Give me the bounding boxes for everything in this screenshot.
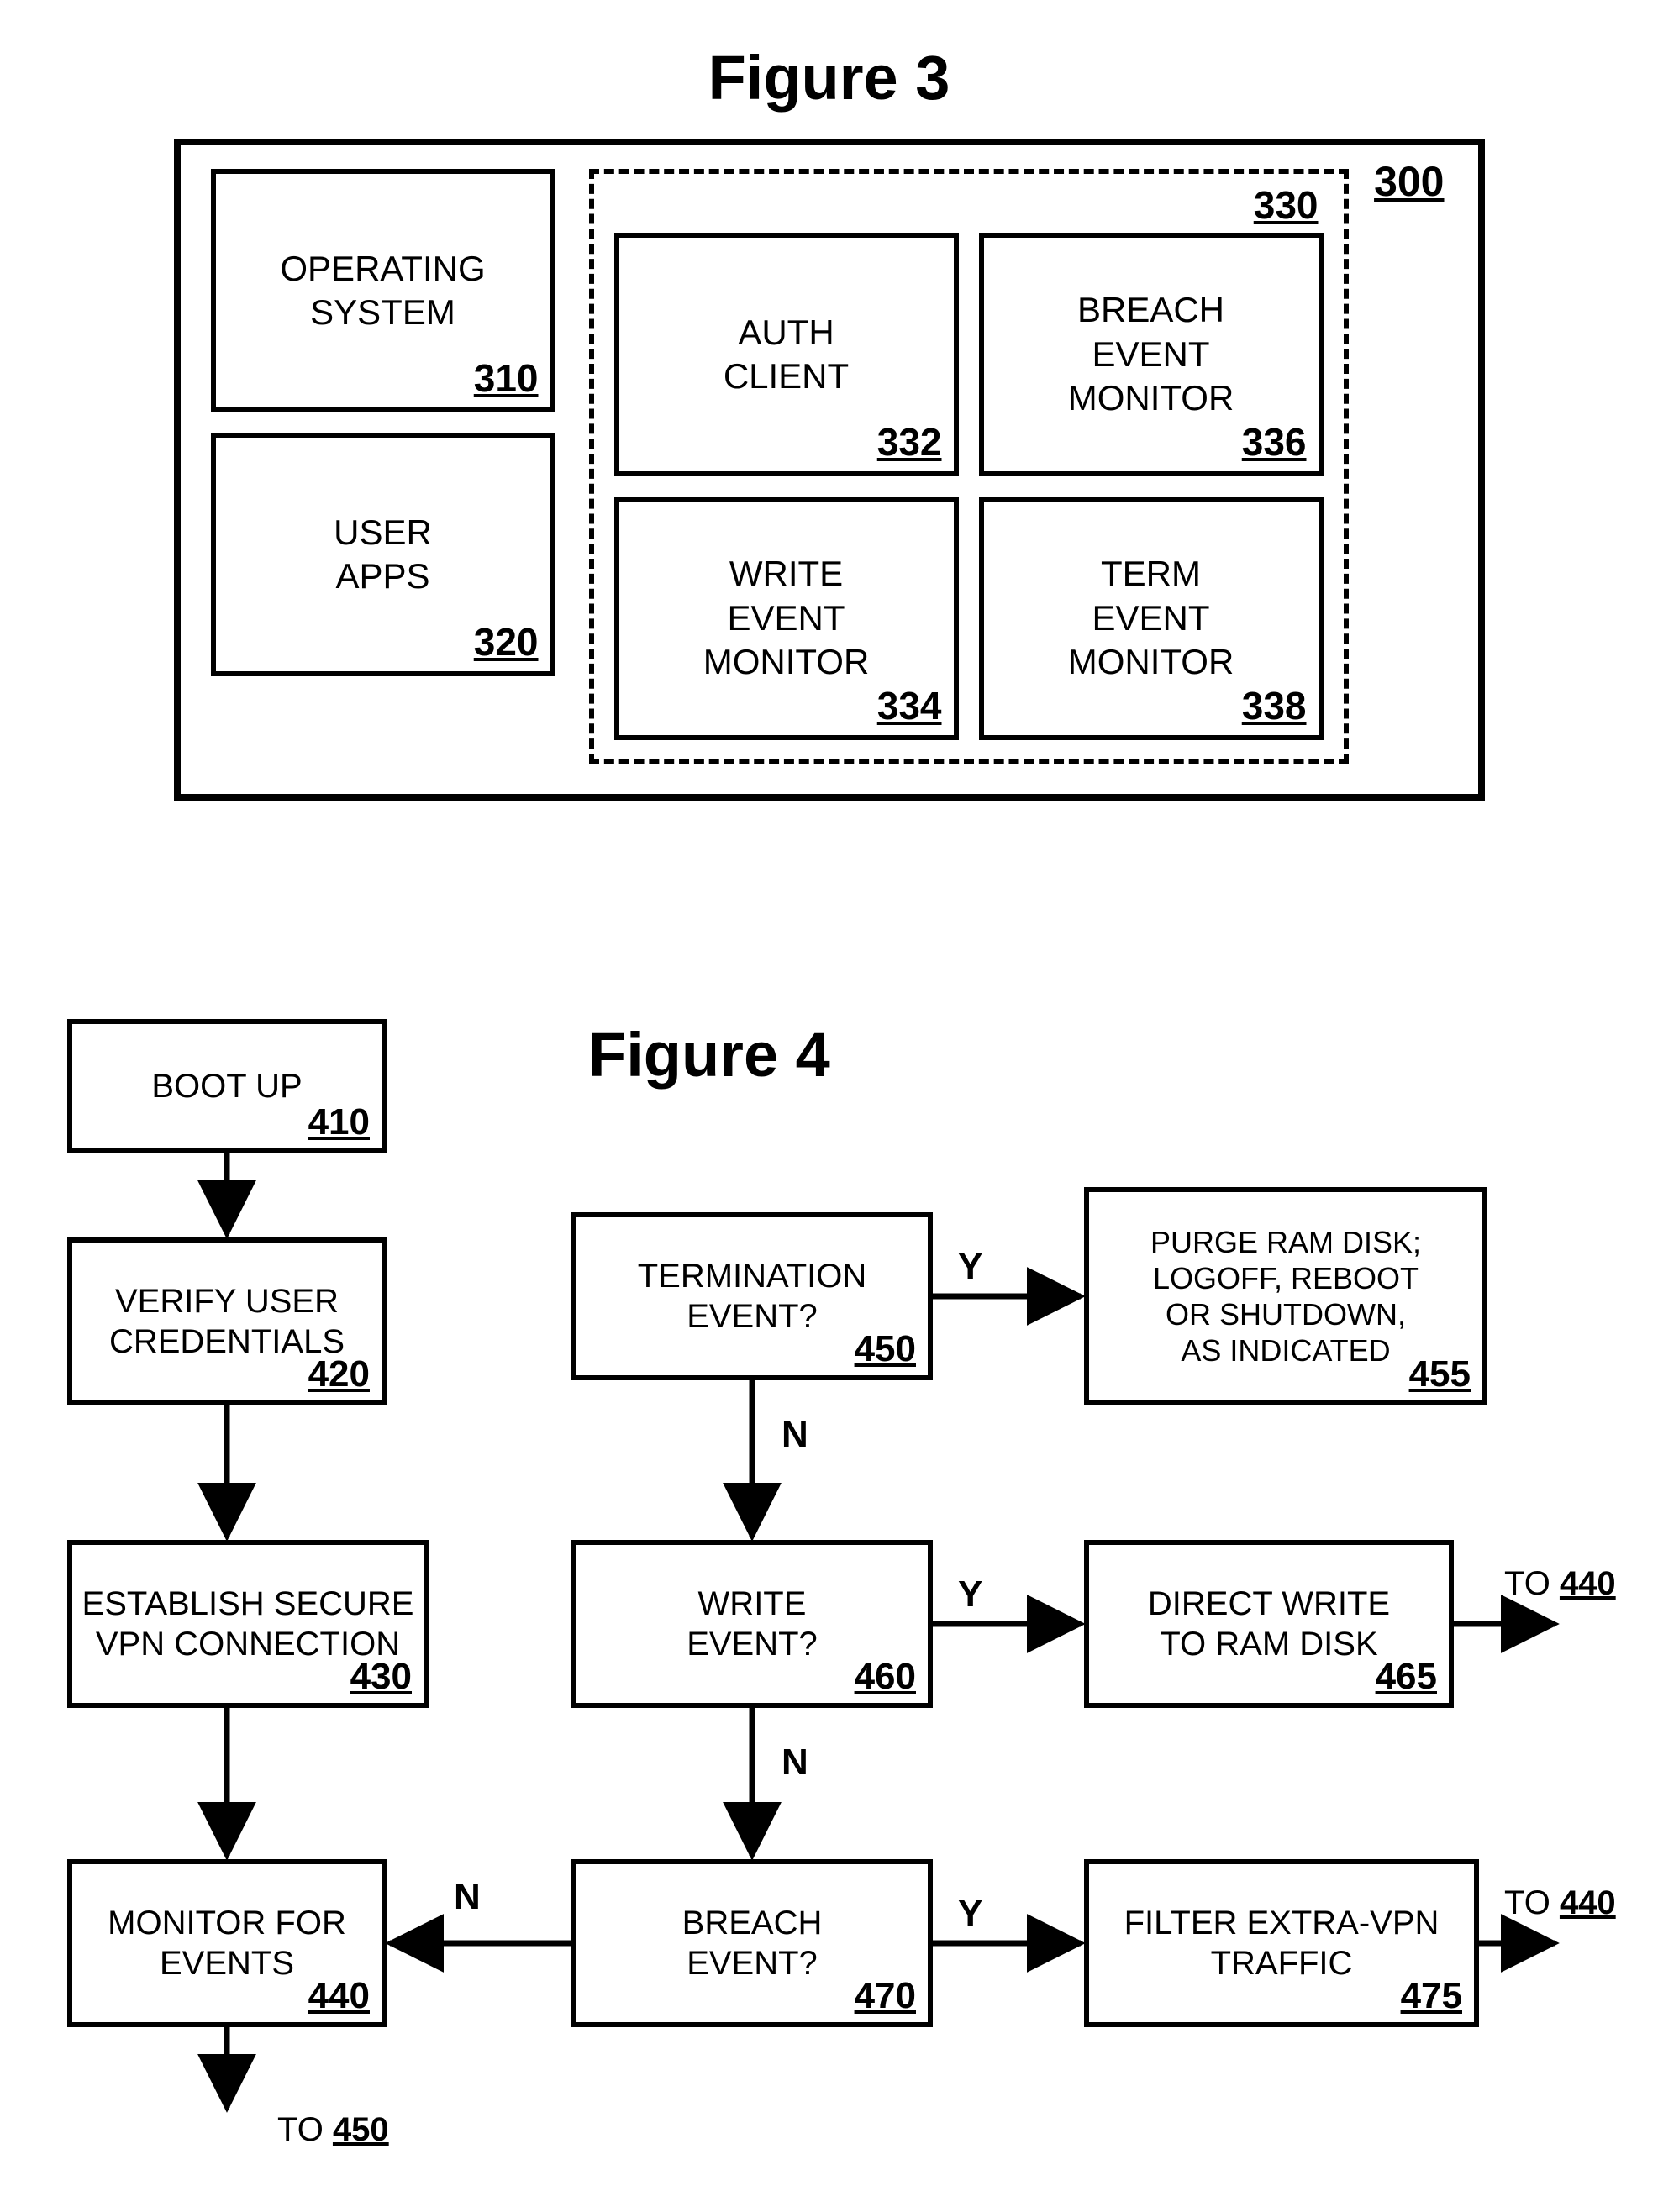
- box-label: BREACH EVENT MONITOR: [1068, 288, 1234, 421]
- box-boot-up: BOOT UP 410: [67, 1019, 387, 1153]
- ref-number: 420: [308, 1353, 370, 1397]
- box-label: FILTER EXTRA-VPN TRAFFIC: [1124, 1903, 1440, 1983]
- ref-number: 440: [308, 1974, 370, 2019]
- box-write-monitor: WRITE EVENT MONITOR 334: [614, 497, 959, 740]
- box-direct-write: DIRECT WRITE TO RAM DISK 465: [1084, 1540, 1454, 1708]
- label-y: Y: [958, 1246, 982, 1288]
- fig4-container: Figure 4 BOOT UP 410 VERIFY USER CREDENT…: [50, 1019, 1630, 2178]
- ref-number: 470: [855, 1974, 916, 2019]
- box-termination-event: TERMINATION EVENT? 450: [571, 1212, 933, 1380]
- box-breach-event: BREACH EVENT? 470: [571, 1859, 933, 2027]
- box-operating-system: OPERATING SYSTEM 310: [211, 169, 555, 412]
- label-n: N: [782, 1414, 808, 1456]
- box-user-apps: USER APPS 320: [211, 433, 555, 676]
- box-label: BOOT UP: [151, 1066, 302, 1106]
- box-monitor-events: MONITOR FOR EVENTS 440: [67, 1859, 387, 2027]
- box-verify-credentials: VERIFY USER CREDENTIALS 420: [67, 1237, 387, 1405]
- box-purge-ramdisk: PURGE RAM DISK; LOGOFF, REBOOT OR SHUTDO…: [1084, 1187, 1487, 1405]
- box-label: VERIFY USER CREDENTIALS: [109, 1281, 345, 1362]
- box-establish-vpn: ESTABLISH SECURE VPN CONNECTION 430: [67, 1540, 429, 1708]
- box-label: USER APPS: [334, 511, 432, 599]
- box-auth-client: AUTH CLIENT 332: [614, 233, 959, 476]
- fig3-container: 300 OPERATING SYSTEM 310 USER APPS 320 3…: [174, 139, 1485, 801]
- box-label: BREACH EVENT?: [682, 1903, 823, 1983]
- ref-number: 320: [474, 618, 539, 667]
- ref-number: 475: [1401, 1974, 1462, 2019]
- box-label: OPERATING SYSTEM: [280, 247, 485, 335]
- ref-number: 455: [1409, 1353, 1471, 1397]
- label-y: Y: [958, 1893, 982, 1935]
- ref-number: 410: [308, 1101, 370, 1145]
- label-y: Y: [958, 1574, 982, 1616]
- ref-number: 465: [1376, 1655, 1437, 1700]
- fig3-dashed-ref: 330: [1254, 182, 1319, 228]
- box-label: ESTABLISH SECURE VPN CONNECTION: [82, 1584, 414, 1664]
- figure-4-title: Figure 4: [588, 1019, 830, 1090]
- ref-number: 332: [877, 418, 942, 467]
- box-label: MONITOR FOR EVENTS: [108, 1903, 346, 1983]
- label-n: N: [782, 1742, 808, 1784]
- label-to-440: TO 440: [1504, 1565, 1616, 1603]
- label-n: N: [454, 1876, 481, 1918]
- label-to-450: TO 450: [277, 2111, 389, 2149]
- ref-number: 430: [350, 1655, 412, 1700]
- box-term-monitor: TERM EVENT MONITOR 338: [979, 497, 1324, 740]
- ref-number: 310: [474, 355, 539, 403]
- figure-3-title: Figure 3: [50, 42, 1608, 113]
- box-label: WRITE EVENT?: [687, 1584, 818, 1664]
- box-label: DIRECT WRITE TO RAM DISK: [1148, 1584, 1390, 1664]
- box-label: TERMINATION EVENT?: [638, 1256, 867, 1337]
- ref-number: 338: [1242, 682, 1307, 731]
- fig3-outer-ref: 300: [1374, 157, 1444, 206]
- box-breach-monitor: BREACH EVENT MONITOR 336: [979, 233, 1324, 476]
- label-to-440: TO 440: [1504, 1884, 1616, 1922]
- box-label: TERM EVENT MONITOR: [1068, 552, 1234, 685]
- ref-number: 460: [855, 1655, 916, 1700]
- ref-number: 334: [877, 682, 942, 731]
- box-label: AUTH CLIENT: [724, 311, 849, 399]
- box-label: PURGE RAM DISK; LOGOFF, REBOOT OR SHUTDO…: [1150, 1224, 1421, 1369]
- ref-number: 450: [855, 1327, 916, 1372]
- box-filter-traffic: FILTER EXTRA-VPN TRAFFIC 475: [1084, 1859, 1479, 2027]
- box-label: WRITE EVENT MONITOR: [703, 552, 870, 685]
- ref-number: 336: [1242, 418, 1307, 467]
- fig3-dashed-group: 330 AUTH CLIENT 332 BREACH EVENT MONITOR…: [589, 169, 1349, 764]
- box-write-event: WRITE EVENT? 460: [571, 1540, 933, 1708]
